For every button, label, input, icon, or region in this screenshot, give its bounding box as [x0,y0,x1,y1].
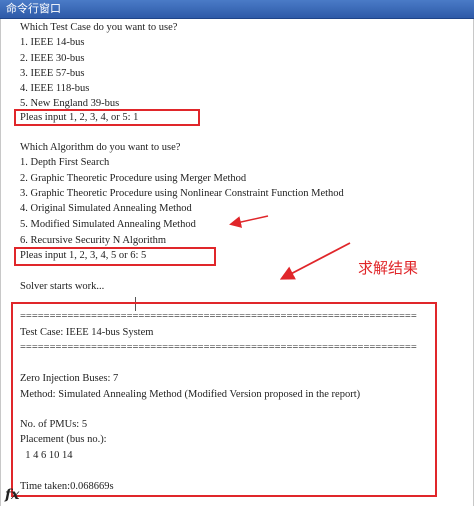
highlight-box-test-case-input [14,109,200,126]
console-line: Solver starts work... [20,281,105,292]
console-line: 5. Modified Simulated Annealing Method [20,219,196,230]
fx-icon[interactable]: fx [5,487,19,503]
console-line: 4. Original Simulated Annealing Method [20,203,192,214]
window-title: 命令行窗口 [6,2,61,15]
console-line: 1. Depth First Search [20,157,110,168]
console-line: 6. Recursive Security N Algorithm [20,235,167,246]
console-line: Which Test Case do you want to use? [20,22,178,33]
console-line: 1. IEEE 14-bus [20,37,85,48]
highlight-box-results [11,302,437,497]
console-line: 2. Graphic Theoretic Procedure using Mer… [20,173,247,184]
title-bar: 命令行窗口 [0,0,474,19]
console-line: 4. IEEE 118-bus [20,83,90,94]
console-line: 3. Graphic Theoretic Procedure using Non… [20,188,344,199]
console-line: 3. IEEE 57-bus [20,68,85,79]
console-line: 2. IEEE 30-bus [20,53,85,64]
highlight-box-algorithm-input [14,247,216,266]
console-line: Which Algorithm do you want to use? [20,142,181,153]
annotation-label-result: 求解结果 [358,259,419,277]
